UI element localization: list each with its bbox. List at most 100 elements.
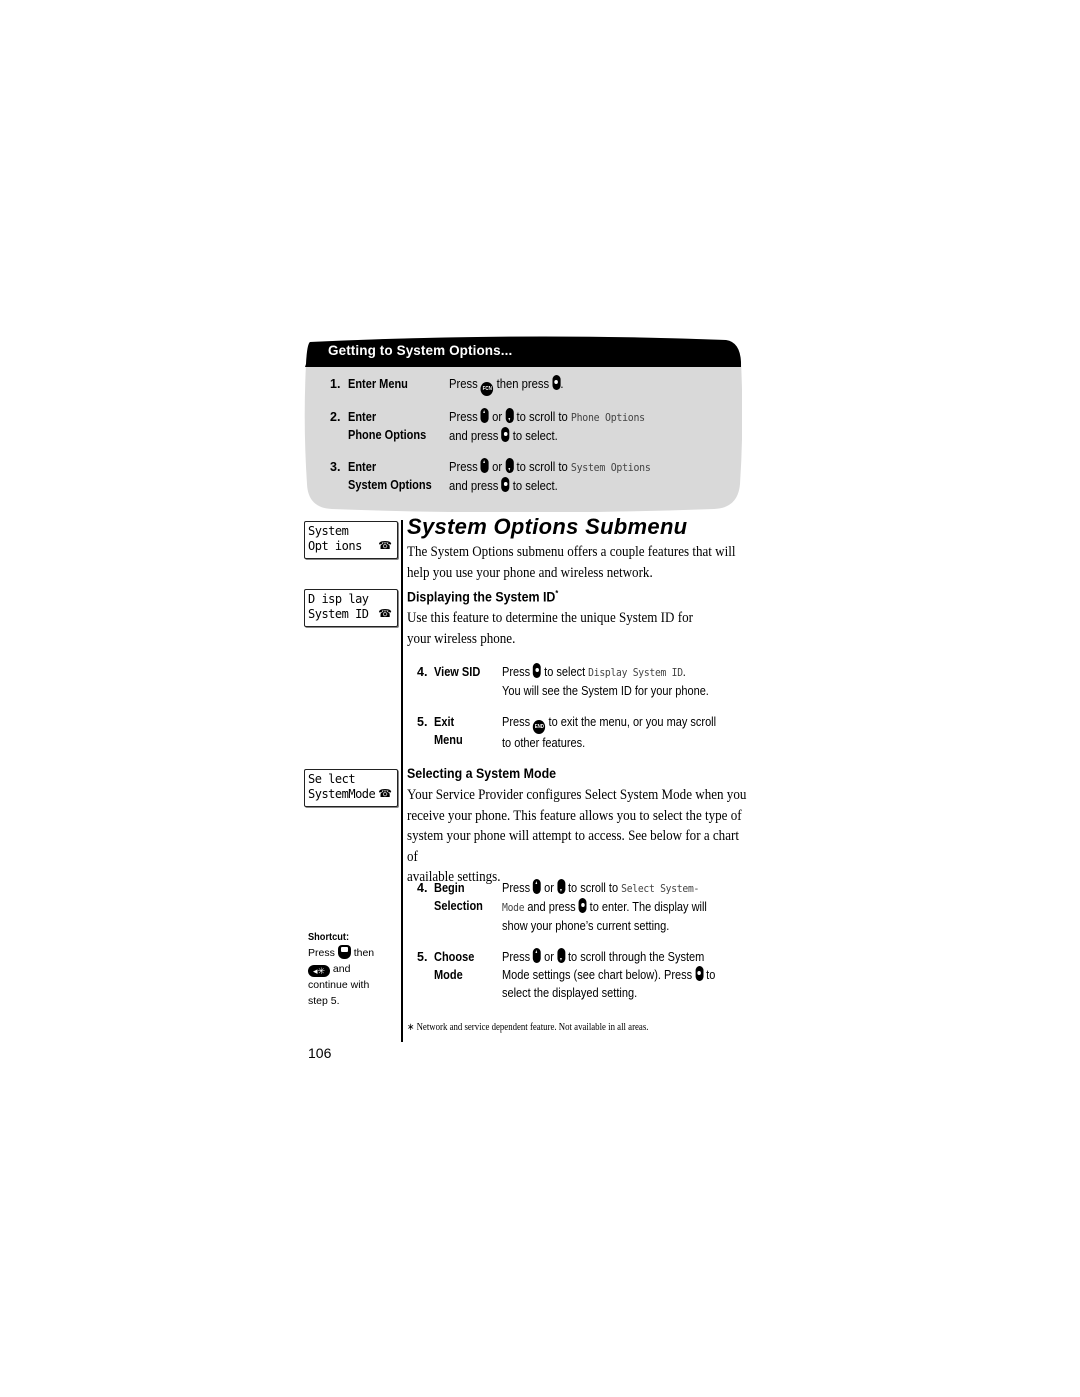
- text-line: The System Options submenu offers a coup…: [407, 544, 736, 560]
- lcd-line-2: SystemMode: [308, 787, 376, 801]
- instruction-line: show your phone’s current setting.: [502, 917, 707, 935]
- system-mode-paragraph: Your Service Provider configures Select …: [407, 785, 749, 888]
- section-heading-system-mode: Selecting a System Mode: [407, 766, 557, 781]
- shortcut-line: continue with: [308, 979, 370, 991]
- step-number: 3.: [330, 460, 341, 474]
- lcd-text: Select System-: [621, 882, 700, 895]
- text: Press: [449, 377, 481, 391]
- text: show your phone’s current setting.: [502, 919, 670, 933]
- instruction-line: and press to select.: [449, 477, 651, 495]
- text: Press: [502, 665, 534, 679]
- label-line: Menu: [434, 733, 463, 747]
- text: to exit the menu, or you may scroll: [545, 715, 717, 729]
- instruction-line: Press or to scroll through the System: [502, 948, 715, 966]
- instruction-line: Press or to scroll to Phone Options: [449, 408, 645, 427]
- text: or: [541, 950, 557, 964]
- phone-icon: ☎: [378, 788, 392, 800]
- label-line: Choose: [434, 950, 475, 964]
- step-number: 5.: [417, 715, 428, 729]
- footnote: ∗ Network and service dependent feature.…: [407, 1022, 649, 1033]
- text: then: [353, 947, 375, 959]
- label-line: View SID: [434, 665, 481, 679]
- lcd-line-1: System: [308, 524, 349, 538]
- lcd-text: Mode: [502, 901, 525, 914]
- label-line: Enter: [348, 410, 377, 424]
- instruction-line: Mode and press to enter. The display wil…: [502, 898, 707, 917]
- lcd-text: System Options: [570, 461, 651, 474]
- select-key-icon: [578, 898, 587, 913]
- lcd-line-1: D isp lay: [308, 592, 369, 606]
- text: .: [560, 377, 564, 391]
- step-number: 5.: [417, 950, 428, 964]
- label-line: Enter Menu: [348, 377, 408, 391]
- text: to select.: [509, 479, 558, 493]
- step-text: Press or to scroll through the System Mod…: [502, 948, 715, 1002]
- text: to select: [541, 665, 589, 679]
- text: Press: [308, 947, 335, 959]
- step-number: 4.: [417, 665, 428, 679]
- select-key-icon: [501, 427, 510, 442]
- text: then press: [493, 377, 553, 391]
- system-id-paragraph: Use this feature to determine the unique…: [407, 608, 749, 649]
- lcd-line-2: System ID: [308, 607, 369, 621]
- step-number: 2.: [330, 410, 341, 424]
- heading-text: Displaying the System ID: [407, 589, 556, 605]
- text: select the displayed setting.: [502, 986, 638, 1000]
- lcd-line-1: Se lect: [308, 772, 356, 786]
- down-key-icon: [557, 948, 565, 963]
- text-line: Use this feature to determine the unique…: [407, 610, 693, 626]
- lcd-select-system-mode: Se lect SystemMode ☎: [304, 769, 398, 807]
- text: You will see the System ID for your phon…: [502, 684, 709, 698]
- step-text: Press or to scroll to Select System- Mode…: [502, 879, 707, 935]
- text: and: [332, 963, 351, 975]
- instruction-line: Press or to scroll to System Options: [449, 458, 651, 477]
- text: or: [541, 881, 557, 895]
- shortcut-line: step 5.: [308, 995, 340, 1007]
- step-label: Exit Menu: [434, 713, 463, 749]
- down-key-icon: [505, 458, 514, 473]
- text: .: [682, 665, 686, 679]
- step-number: 4.: [417, 881, 428, 895]
- up-key-icon: [480, 458, 489, 473]
- select-key-icon: [552, 375, 561, 390]
- text: to enter. The display will: [586, 900, 707, 914]
- step-label: Choose Mode: [434, 948, 474, 984]
- step-label: View SID: [434, 663, 480, 681]
- text: to scroll to: [513, 410, 571, 424]
- text: and press: [449, 429, 502, 443]
- text: Press: [502, 881, 534, 895]
- label-line: Begin: [434, 881, 465, 895]
- lcd-text: Phone Options: [570, 411, 645, 424]
- text: Press: [502, 950, 534, 964]
- label-line: Exit: [434, 715, 455, 729]
- text: Mode settings (see chart below). Press: [502, 968, 696, 982]
- text-line: help you use your phone and wireless net…: [407, 564, 653, 581]
- step-text: Press or to scroll to System Options and …: [449, 458, 651, 495]
- text-line: Your Service Provider configures Select …: [407, 787, 747, 803]
- text: to other features.: [502, 736, 586, 750]
- up-key-icon: [533, 948, 542, 963]
- down-key-icon: [505, 408, 514, 423]
- label-line: Phone Options: [348, 428, 427, 442]
- box-title: Getting to System Options...: [328, 343, 513, 358]
- instruction-line: Mode settings (see chart below). Press t…: [502, 966, 715, 984]
- text: to scroll to: [564, 881, 622, 895]
- step-text: Press FCN then press .: [449, 375, 564, 396]
- instruction-line: select the displayed setting.: [502, 984, 715, 1002]
- step-label: Enter Phone Options: [348, 408, 426, 444]
- fcn-key-icon: FCN: [480, 382, 494, 396]
- select-key-icon: [695, 966, 704, 981]
- page-title: System Options Submenu: [407, 514, 688, 539]
- instruction-line: Press or to scroll to Select System-: [502, 879, 707, 898]
- text: Press: [449, 410, 481, 424]
- label-line: Enter: [348, 460, 377, 474]
- text: Press: [449, 460, 481, 474]
- phone-icon: ☎: [378, 540, 392, 552]
- step-text: Press END to exit the menu, or you may s…: [502, 713, 716, 752]
- recall-key-icon: [337, 945, 351, 959]
- phone-icon: ☎: [378, 608, 392, 620]
- lcd-display-system-id: D isp lay System ID ☎: [304, 589, 398, 627]
- step-number: 1.: [330, 377, 341, 391]
- text: to scroll through the System: [564, 950, 705, 964]
- text: or: [488, 460, 506, 474]
